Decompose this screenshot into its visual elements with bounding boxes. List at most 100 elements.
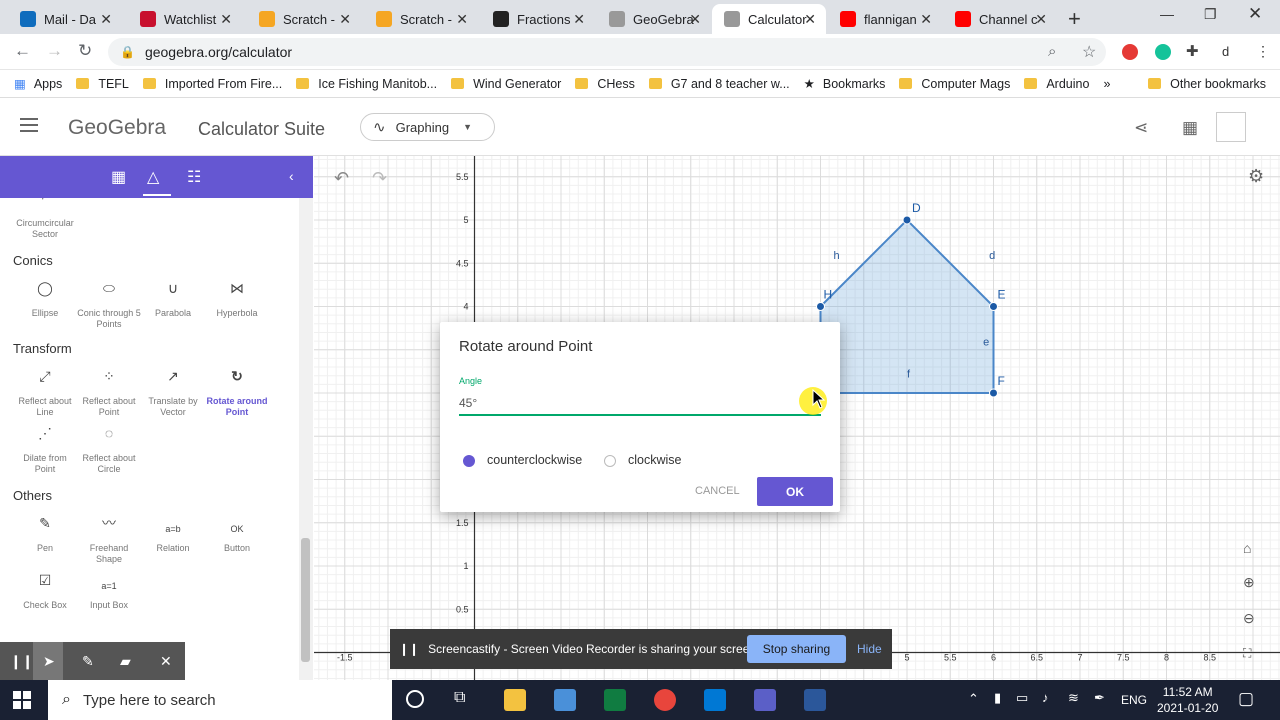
- pen-icon[interactable]: ✎: [82, 653, 94, 670]
- pen-tray-icon[interactable]: ✒: [1094, 690, 1105, 706]
- bookmark-item[interactable]: G7 and 8 teacher w...: [648, 77, 790, 91]
- windows-start-icon[interactable]: [13, 691, 31, 709]
- bookmark-item[interactable]: ★ Bookmarks: [804, 76, 886, 92]
- hide-button[interactable]: Hide: [857, 642, 882, 656]
- tool-conic[interactable]: ⬭ Conic through 5 Points: [77, 281, 141, 330]
- collapse-panel-icon[interactable]: ‹: [289, 168, 294, 184]
- tool-rotate[interactable]: ↻ Rotate around Point: [205, 369, 269, 418]
- star-icon[interactable]: ☆: [1082, 42, 1096, 62]
- word-icon[interactable]: [804, 689, 826, 711]
- tool-pen[interactable]: ✎ Pen: [13, 516, 77, 554]
- home-icon[interactable]: ⌂: [1243, 540, 1251, 556]
- counterclockwise-radio[interactable]: [463, 455, 475, 467]
- tool-circumcircular-sector[interactable]: ◜ Circumcircular Sector: [13, 198, 77, 240]
- grammarly-icon[interactable]: [1155, 44, 1171, 60]
- bookmark-item[interactable]: TEFL: [76, 77, 129, 91]
- calculator-icon[interactable]: [554, 689, 576, 711]
- user-avatar[interactable]: [1216, 112, 1246, 142]
- tab-close-icon[interactable]: ✕: [100, 11, 112, 28]
- tool-checkbox[interactable]: ☑ Check Box: [13, 573, 77, 611]
- scrollbar-thumb[interactable]: [301, 538, 310, 662]
- close-window-icon[interactable]: ✕: [1248, 4, 1262, 24]
- extensions-icon[interactable]: ✚: [1186, 42, 1199, 60]
- notifications-icon[interactable]: ▢: [1238, 689, 1254, 709]
- tab-close-icon[interactable]: ✕: [689, 11, 701, 28]
- bookmark-item[interactable]: CHess: [575, 77, 635, 91]
- menu-dots-icon[interactable]: ⋮: [1256, 43, 1270, 60]
- settings-gear-icon[interactable]: ⚙: [1248, 166, 1264, 187]
- cortana-icon[interactable]: [406, 690, 424, 708]
- apps-grid-icon[interactable]: ▦: [1182, 118, 1198, 138]
- chrome-icon[interactable]: [654, 689, 676, 711]
- bookmark-item[interactable]: Imported From Fire...: [142, 77, 282, 91]
- tools-tab-icon[interactable]: △: [147, 167, 159, 187]
- browser-tab[interactable]: Channel c ✕: [943, 4, 1057, 34]
- taskbar-search[interactable]: ⌕ Type here to search: [48, 680, 392, 720]
- back-icon[interactable]: ←: [14, 41, 31, 61]
- fullscreen-icon[interactable]: ⛶: [1243, 646, 1251, 661]
- usb-icon[interactable]: ▮: [994, 690, 1001, 706]
- battery-icon[interactable]: ▭: [1016, 690, 1028, 706]
- teams-icon[interactable]: [754, 689, 776, 711]
- highlighter-icon[interactable]: ▰: [120, 653, 131, 670]
- tray-chevron-up-icon[interactable]: ⌃: [968, 691, 979, 707]
- excel-icon[interactable]: [604, 689, 626, 711]
- tab-close-icon[interactable]: ✕: [573, 11, 585, 28]
- cancel-button[interactable]: CANCEL: [695, 485, 740, 497]
- tool-hyperbola[interactable]: ⋈ Hyperbola: [205, 281, 269, 319]
- share-icon[interactable]: ⋖: [1134, 118, 1148, 138]
- clock[interactable]: 11:52 AM 2021-01-20: [1157, 684, 1218, 716]
- bookmark-item[interactable]: Wind Generator: [451, 77, 561, 91]
- tab-close-icon[interactable]: ✕: [804, 11, 816, 28]
- pointer-icon[interactable]: ➤: [43, 653, 55, 670]
- bookmark-item[interactable]: Ice Fishing Manitob...: [296, 77, 437, 91]
- tool-freehand[interactable]: 〰 Freehand Shape: [77, 516, 141, 565]
- tool-dilate[interactable]: ⋰ Dilate from Point: [13, 426, 77, 475]
- point-D[interactable]: [902, 215, 912, 225]
- tool-reflect-line[interactable]: ⤢ Reflect about Line: [13, 369, 77, 418]
- bookmark-item[interactable]: »: [1103, 77, 1110, 91]
- redo-icon[interactable]: ↷: [372, 168, 387, 189]
- tab-close-icon[interactable]: ✕: [339, 11, 351, 28]
- point-E[interactable]: [989, 302, 998, 311]
- close-icon[interactable]: ✕: [160, 653, 172, 670]
- pause-icon[interactable]: ❙❙: [10, 653, 33, 670]
- browser-tab[interactable]: GeoGebra ✕: [597, 4, 711, 34]
- algebra-tab-calculator-icon[interactable]: ▦: [111, 167, 126, 187]
- tool-inputbox[interactable]: a=1 Input Box: [77, 575, 141, 611]
- browser-tab[interactable]: Watchlist ✕: [128, 4, 242, 34]
- file-explorer-icon[interactable]: [504, 689, 526, 711]
- tab-close-icon[interactable]: ✕: [456, 11, 468, 28]
- browser-tab[interactable]: Scratch - ✕: [364, 4, 478, 34]
- undo-icon[interactable]: ↶: [334, 168, 349, 189]
- forward-icon[interactable]: →: [46, 41, 63, 61]
- ok-button[interactable]: OK: [757, 477, 833, 506]
- minimize-icon[interactable]: —: [1160, 6, 1174, 22]
- tool-reflect-circle[interactable]: ◌ Reflect about Circle: [77, 426, 141, 475]
- angle-input[interactable]: [459, 392, 821, 416]
- bookmark-item[interactable]: ▦ Apps: [14, 76, 62, 92]
- task-view-icon[interactable]: ⧉: [454, 689, 465, 707]
- table-tab-icon[interactable]: ☷: [187, 167, 201, 187]
- extension-red-icon[interactable]: [1122, 44, 1138, 60]
- browser-tab[interactable]: Mail - Da ✕: [8, 4, 122, 34]
- panel-scrollbar[interactable]: [299, 198, 313, 680]
- zoom-icon[interactable]: ⌕: [1048, 43, 1056, 60]
- zoom-out-icon[interactable]: ⊖: [1243, 610, 1255, 627]
- address-bar[interactable]: 🔒 geogebra.org/calculator: [108, 38, 1106, 66]
- point-F[interactable]: [989, 388, 998, 398]
- bookmark-item[interactable]: Other bookmarks: [1148, 77, 1266, 91]
- tool-parabola[interactable]: ∪ Parabola: [141, 281, 205, 319]
- tool-reflect-point[interactable]: ⁘ Reflect about Point: [77, 369, 141, 418]
- browser-tab[interactable]: Fractions ✕: [481, 4, 595, 34]
- zoom-in-icon[interactable]: ⊕: [1243, 574, 1255, 591]
- language-indicator[interactable]: ENG: [1121, 693, 1147, 707]
- tool-relation[interactable]: a=b Relation: [141, 518, 205, 554]
- wifi-icon[interactable]: ≋: [1068, 690, 1079, 706]
- browser-tab[interactable]: flannigan ✕: [828, 4, 942, 34]
- clockwise-radio[interactable]: [604, 455, 616, 467]
- bookmark-item[interactable]: Computer Mags: [899, 77, 1010, 91]
- hamburger-menu-icon[interactable]: [20, 118, 38, 132]
- mail-icon[interactable]: [704, 689, 726, 711]
- restore-icon[interactable]: ❐: [1204, 6, 1217, 23]
